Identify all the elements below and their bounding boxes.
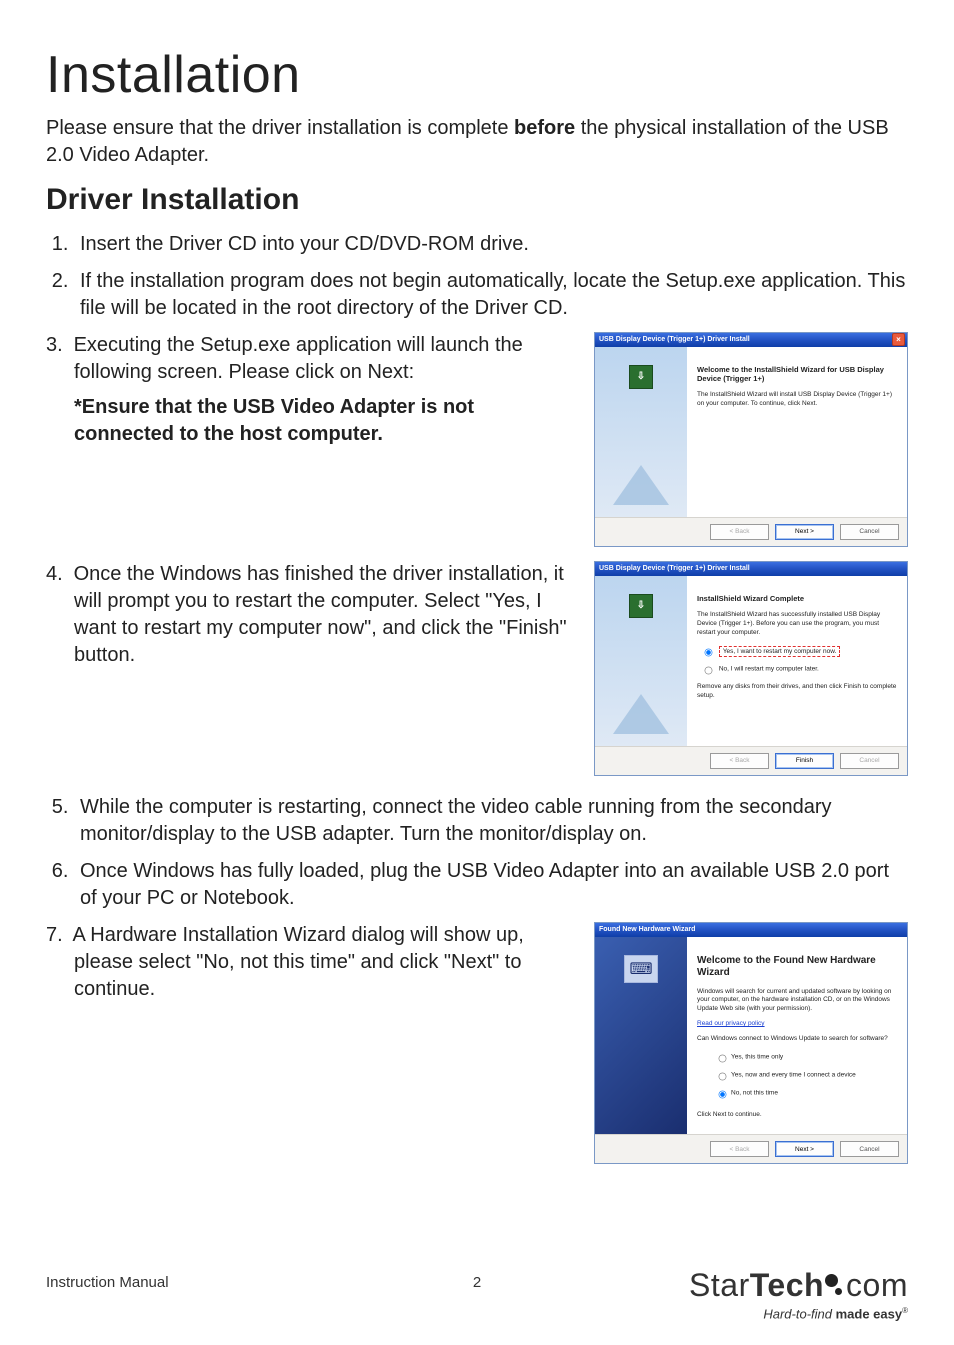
restart-options: Yes, I want to restart my computer now. …	[697, 643, 897, 677]
step-3-text: Executing the Setup.exe application will…	[74, 334, 523, 383]
wizard3-body1: Windows will search for current and upda…	[697, 988, 897, 1014]
radio-input[interactable]	[719, 1091, 727, 1099]
step-6: Once Windows has fully loaded, plug the …	[74, 858, 908, 912]
page-number: 2	[473, 1274, 481, 1291]
wizard3-radio2-label: Yes, now and every time I connect a devi…	[731, 1072, 856, 1079]
step-3-number: 3.	[46, 332, 68, 359]
wizard3-body2: Can Windows connect to Windows Update to…	[697, 1035, 897, 1044]
step-7-text: A Hardware Installation Wizard dialog wi…	[72, 924, 523, 1000]
step-5: While the computer is restarting, connec…	[74, 794, 908, 848]
finish-button[interactable]: Finish	[775, 753, 834, 769]
close-icon[interactable]: ×	[892, 333, 905, 346]
wizard1-heading: Welcome to the InstallShield Wizard for …	[697, 365, 897, 384]
chevron-up-icon	[613, 465, 669, 505]
radio-yes-once[interactable]: Yes, this time only	[711, 1049, 897, 1065]
cancel-button[interactable]: Cancel	[840, 524, 899, 540]
step-4: 4. Once the Windows has finished the dri…	[74, 561, 578, 669]
tagline-b: made easy	[836, 1306, 903, 1321]
registered-mark: ®	[902, 1306, 908, 1315]
logo-part-a: Star	[689, 1267, 750, 1303]
startech-logo: StarTechcom Hard-to-find made easy®	[689, 1267, 908, 1321]
wizard2-body2: Remove any disks from their drives, and …	[697, 683, 897, 701]
section-heading: Driver Installation	[46, 183, 908, 217]
intro-text-pre: Please ensure that the driver installati…	[46, 117, 514, 139]
chevron-up-icon	[613, 694, 669, 734]
wizard3-body3: Click Next to continue.	[697, 1111, 897, 1120]
radio-input[interactable]	[719, 1073, 727, 1081]
radio-input[interactable]	[705, 667, 713, 675]
radio-input[interactable]	[719, 1055, 727, 1063]
installshield-welcome-dialog: USB Display Device (Trigger 1+) Driver I…	[594, 332, 908, 547]
radio-input[interactable]	[705, 649, 713, 657]
step-4-text: Once the Windows has finished the driver…	[74, 563, 567, 666]
logo-part-b: Tech	[750, 1267, 824, 1303]
installshield-complete-dialog: USB Display Device (Trigger 1+) Driver I…	[594, 561, 908, 776]
found-new-hardware-dialog: Found New Hardware Wizard ⌨ Welcome to t…	[594, 922, 908, 1165]
wizard2-body: The InstallShield Wizard has successfull…	[697, 611, 897, 637]
installer-icon: ⇩	[629, 365, 653, 389]
wizard1-title: USB Display Device (Trigger 1+) Driver I…	[599, 336, 750, 343]
tagline-a: Hard-to-find	[763, 1306, 835, 1321]
wizard3-radio1-label: Yes, this time only	[731, 1054, 783, 1061]
intro-text-bold: before	[514, 117, 575, 139]
wizard2-title: USB Display Device (Trigger 1+) Driver I…	[599, 565, 750, 572]
logo-part-c: com	[846, 1267, 908, 1303]
back-button: < Back	[710, 753, 769, 769]
wizard3-heading: Welcome to the Found New Hardware Wizard	[697, 955, 897, 980]
page-title: Installation	[46, 48, 908, 103]
wizard2-radio1-label: Yes, I want to restart my computer now.	[719, 646, 841, 657]
radio-restart-later[interactable]: No, I will restart my computer later.	[697, 661, 897, 677]
cancel-button: Cancel	[840, 753, 899, 769]
hardware-wizard-icon: ⌨	[624, 955, 658, 983]
step-2: If the installation program does not beg…	[74, 268, 908, 322]
wizard2-heading: InstallShield Wizard Complete	[697, 594, 897, 603]
privacy-policy-link[interactable]: Read our privacy policy	[697, 1020, 765, 1027]
step-1: Insert the Driver CD into your CD/DVD-RO…	[74, 231, 908, 258]
step-7-number: 7.	[46, 922, 68, 949]
wizard3-radio3-label: No, not this time	[731, 1090, 778, 1097]
steps-list-cont: While the computer is restarting, connec…	[46, 794, 908, 912]
step-3: 3. Executing the Setup.exe application w…	[74, 332, 578, 386]
cancel-button[interactable]: Cancel	[840, 1141, 899, 1157]
next-button[interactable]: Next >	[775, 1141, 834, 1157]
steps-list: Insert the Driver CD into your CD/DVD-RO…	[46, 231, 908, 322]
radio-restart-now[interactable]: Yes, I want to restart my computer now.	[697, 643, 897, 659]
footer-label: Instruction Manual	[46, 1274, 169, 1291]
step-7: 7. A Hardware Installation Wizard dialog…	[74, 922, 578, 1003]
back-button: < Back	[710, 1141, 769, 1157]
intro-paragraph: Please ensure that the driver installati…	[46, 115, 908, 169]
wizard1-body: The InstallShield Wizard will install US…	[697, 391, 897, 409]
step-3-note: *Ensure that the USB Video Adapter is no…	[74, 394, 578, 448]
windows-update-options: Yes, this time only Yes, now and every t…	[711, 1049, 897, 1101]
logo-dots-icon	[825, 1274, 845, 1298]
step-4-number: 4.	[46, 561, 68, 588]
next-button[interactable]: Next >	[775, 524, 834, 540]
installer-icon: ⇩	[629, 594, 653, 618]
radio-no[interactable]: No, not this time	[711, 1085, 897, 1101]
radio-yes-always[interactable]: Yes, now and every time I connect a devi…	[711, 1067, 897, 1083]
wizard3-title: Found New Hardware Wizard	[599, 926, 695, 933]
back-button: < Back	[710, 524, 769, 540]
wizard2-radio2-label: No, I will restart my computer later.	[719, 666, 819, 673]
